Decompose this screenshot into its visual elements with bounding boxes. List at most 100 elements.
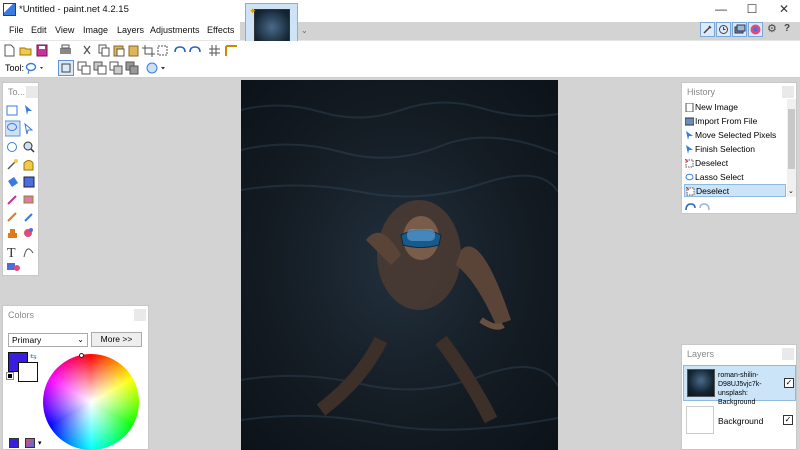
menu-layers[interactable]: Layers xyxy=(117,25,144,35)
chevron-down-icon: ⌄ xyxy=(77,335,84,344)
layer-name: roman-shilin-D98UJ5vjc7k-unsplash: Backg… xyxy=(718,372,762,406)
menu-image[interactable]: Image xyxy=(83,25,108,35)
tools-panel-title: To... xyxy=(8,87,26,97)
layers-toggle-button[interactable] xyxy=(732,22,747,37)
history-panel-close-button[interactable] xyxy=(782,86,794,98)
ellipse-select-icon xyxy=(7,142,17,152)
history-item-selected[interactable]: Deselect xyxy=(684,184,786,197)
history-undo-redo-icons xyxy=(685,203,710,211)
history-scrollbar[interactable]: ⌄ xyxy=(787,99,796,197)
history-item[interactable]: Move Selected Pixels xyxy=(684,129,786,142)
copy-icon xyxy=(98,44,110,57)
selection-mode-xor-button[interactable] xyxy=(125,61,139,77)
swap-colors-icon[interactable]: ⇆ xyxy=(30,352,37,361)
color-target-value: Primary xyxy=(12,335,42,345)
lasso-select-icon xyxy=(5,120,21,137)
history-item-label: Move Selected Pixels xyxy=(695,130,777,140)
redo-icon xyxy=(189,46,201,53)
move-selection-icon xyxy=(24,122,34,135)
more-colors-button[interactable]: More >> xyxy=(91,332,142,347)
deselect-icon xyxy=(685,159,694,168)
history-item-label: Deselect xyxy=(695,158,729,168)
history-redo-icon xyxy=(699,203,710,211)
tools-panel-close-button[interactable] xyxy=(26,86,38,98)
history-item-label: Import From File xyxy=(695,116,758,126)
minimize-button[interactable]: — xyxy=(706,0,736,20)
save-icon xyxy=(36,44,48,57)
rulers-icon xyxy=(225,45,237,56)
print-icon xyxy=(60,44,71,54)
color-wheel-handle[interactable] xyxy=(79,353,84,358)
svg-text:T: T xyxy=(7,246,16,261)
colors-toggle-button[interactable] xyxy=(748,22,763,37)
scroll-down-chevron-icon[interactable]: ⌄ xyxy=(788,187,794,195)
history-item[interactable]: Deselect xyxy=(684,157,786,170)
layers-panel: Layers roman-shilin-D98UJ5vjc7k-unsplash… xyxy=(681,344,797,450)
maximize-button[interactable]: ☐ xyxy=(737,0,767,20)
move-selected-icon xyxy=(25,105,32,115)
line-curve-icon xyxy=(23,248,34,258)
main-toolbar-icons xyxy=(4,44,237,57)
tools-toggle-button[interactable] xyxy=(700,22,715,37)
recolor-icon xyxy=(24,228,33,237)
layer-row-selected[interactable]: roman-shilin-D98UJ5vjc7k-unsplash: Backg… xyxy=(683,365,796,406)
paintbrush-icon xyxy=(7,195,17,205)
magic-wand-icon xyxy=(7,159,18,170)
cut-icon xyxy=(83,45,91,55)
layers-panel-close-button[interactable] xyxy=(782,348,794,360)
history-item[interactable]: Import From File xyxy=(684,115,786,128)
deselect-icon xyxy=(686,187,695,196)
tab-overflow-chevron-icon[interactable]: ⌄ xyxy=(301,26,308,35)
history-item[interactable]: New Image xyxy=(684,101,786,114)
eraser-icon xyxy=(23,195,34,204)
palette-dropdown-chevron-icon[interactable]: ▾ xyxy=(38,439,42,447)
lasso-select-icon xyxy=(685,173,694,181)
menu-effects[interactable]: Effects xyxy=(207,25,234,35)
help-icon[interactable]: ? xyxy=(784,23,790,34)
layer-thumbnail xyxy=(686,406,714,434)
colors-panel-close-button[interactable] xyxy=(134,309,146,321)
settings-gear-icon[interactable]: ⚙ xyxy=(767,22,777,35)
finish-selection-icon xyxy=(686,145,693,154)
secondary-color-swatch[interactable] xyxy=(18,362,38,382)
history-undo-icon xyxy=(685,203,696,211)
layer-row[interactable]: Background ✓ xyxy=(683,403,796,439)
paste-new-image-icon xyxy=(128,45,139,57)
history-item[interactable]: Finish Selection xyxy=(684,143,786,156)
selection-mode-intersect-button[interactable] xyxy=(109,61,123,77)
palette-swatch-icon[interactable] xyxy=(9,438,19,448)
history-item[interactable]: Lasso Select xyxy=(684,171,786,184)
reset-colors-icon[interactable] xyxy=(6,372,14,380)
color-wheel[interactable] xyxy=(43,354,139,450)
colors-panel: Colors Primary ⌄ More >> ⇆ ▾ xyxy=(2,305,149,450)
window-title: *Untitled - paint.net 4.2.15 xyxy=(19,4,129,15)
history-item-label: New Image xyxy=(695,102,738,112)
menu-edit[interactable]: Edit xyxy=(31,25,47,35)
color-target-select[interactable]: Primary ⌄ xyxy=(8,333,88,347)
crop-icon xyxy=(142,45,155,57)
selection-mode-exclude-button[interactable] xyxy=(93,61,107,77)
antialiasing-toggle-button[interactable] xyxy=(145,61,169,77)
image-canvas[interactable] xyxy=(241,80,558,450)
palette-menu-icon[interactable] xyxy=(25,438,35,448)
colors-panel-title: Colors xyxy=(8,310,35,320)
layer-visibility-checkbox[interactable]: ✓ xyxy=(784,378,794,388)
history-panel: History New Image Import From File Move … xyxy=(681,82,797,214)
tool-chooser-button[interactable] xyxy=(25,61,47,75)
selection-mode-union-button[interactable] xyxy=(77,61,91,77)
selection-mode-replace-button[interactable] xyxy=(58,60,74,76)
new-file-icon xyxy=(4,44,15,57)
tool-label: Tool: xyxy=(5,63,25,73)
layer-name: Background xyxy=(718,416,764,426)
pencil-icon xyxy=(7,212,17,222)
history-scrollbar-thumb[interactable] xyxy=(788,109,795,169)
tools-panel: To... T xyxy=(2,82,39,276)
history-toggle-button[interactable] xyxy=(716,22,731,37)
paintnet-app-icon xyxy=(3,3,16,16)
menu-view[interactable]: View xyxy=(55,25,74,35)
layer-visibility-checkbox[interactable]: ✓ xyxy=(783,415,793,425)
close-button[interactable]: ✕ xyxy=(769,0,799,20)
history-panel-title: History xyxy=(687,87,716,97)
menu-adjustments[interactable]: Adjustments xyxy=(150,25,200,35)
menu-file[interactable]: File xyxy=(9,25,24,35)
